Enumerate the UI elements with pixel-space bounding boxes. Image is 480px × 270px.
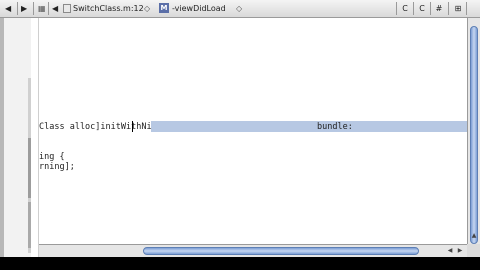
divider	[448, 2, 449, 15]
scroll-left-icon[interactable]: ◀	[445, 246, 455, 256]
vertical-scrollbar[interactable]: ▲ ▼	[467, 18, 480, 257]
horizontal-scrollbar[interactable]: ◀ ▶	[39, 244, 467, 257]
file-name[interactable]: SwitchClass.m:12	[73, 3, 144, 14]
split-editor-icon[interactable]: ⊞	[452, 3, 464, 14]
symbol-button[interactable]: #	[433, 3, 445, 14]
scroll-up-icon[interactable]: ▲	[470, 232, 478, 240]
divider	[430, 2, 431, 15]
horizontal-scroll-thumb[interactable]	[143, 247, 419, 255]
divider	[33, 2, 34, 15]
jump-bar: ◀ ▶ ▦ ◀ SwitchClass.m:12 ◇ M -viewDidLoa…	[0, 0, 480, 18]
method-selector[interactable]: -viewDidLoad	[172, 3, 226, 14]
fold-ribbon-scope[interactable]	[28, 202, 31, 248]
fold-ribbon-scope[interactable]	[28, 138, 31, 198]
forward-arrow-icon[interactable]: ▶	[21, 3, 27, 14]
scroll-right-icon[interactable]: ▶	[455, 246, 465, 256]
chevron-icon[interactable]: ◇	[236, 3, 242, 14]
text-caret	[132, 121, 133, 132]
divider	[48, 2, 49, 15]
code-line: rning];	[39, 162, 75, 172]
back-arrow-icon[interactable]: ◀	[5, 3, 11, 14]
back-arrow-icon[interactable]: ◀	[52, 3, 58, 14]
letterbox-bar	[0, 257, 480, 270]
gutter-edge	[0, 18, 4, 257]
chevron-icon[interactable]: ◇	[144, 3, 150, 14]
method-icon: M	[159, 3, 169, 13]
code-line: Class alloc]initWithNi	[39, 122, 152, 132]
code-line: bundle:	[317, 122, 353, 132]
divider	[413, 2, 414, 15]
divider	[466, 2, 467, 15]
related-files-icon[interactable]: ▦	[38, 3, 46, 14]
text-selection	[151, 121, 467, 132]
code-editor[interactable]: Class alloc]initWithNi bundle: ing { rni…	[39, 18, 467, 244]
scrollbar-corner	[467, 244, 480, 257]
code-line: ing {	[39, 152, 65, 162]
gutter[interactable]	[0, 18, 31, 257]
related-items-button[interactable]: C	[399, 3, 411, 14]
vertical-scroll-thumb[interactable]	[470, 26, 478, 244]
counterparts-button[interactable]: C	[416, 3, 428, 14]
divider	[396, 2, 397, 15]
divider	[17, 2, 18, 15]
file-icon	[63, 4, 71, 13]
